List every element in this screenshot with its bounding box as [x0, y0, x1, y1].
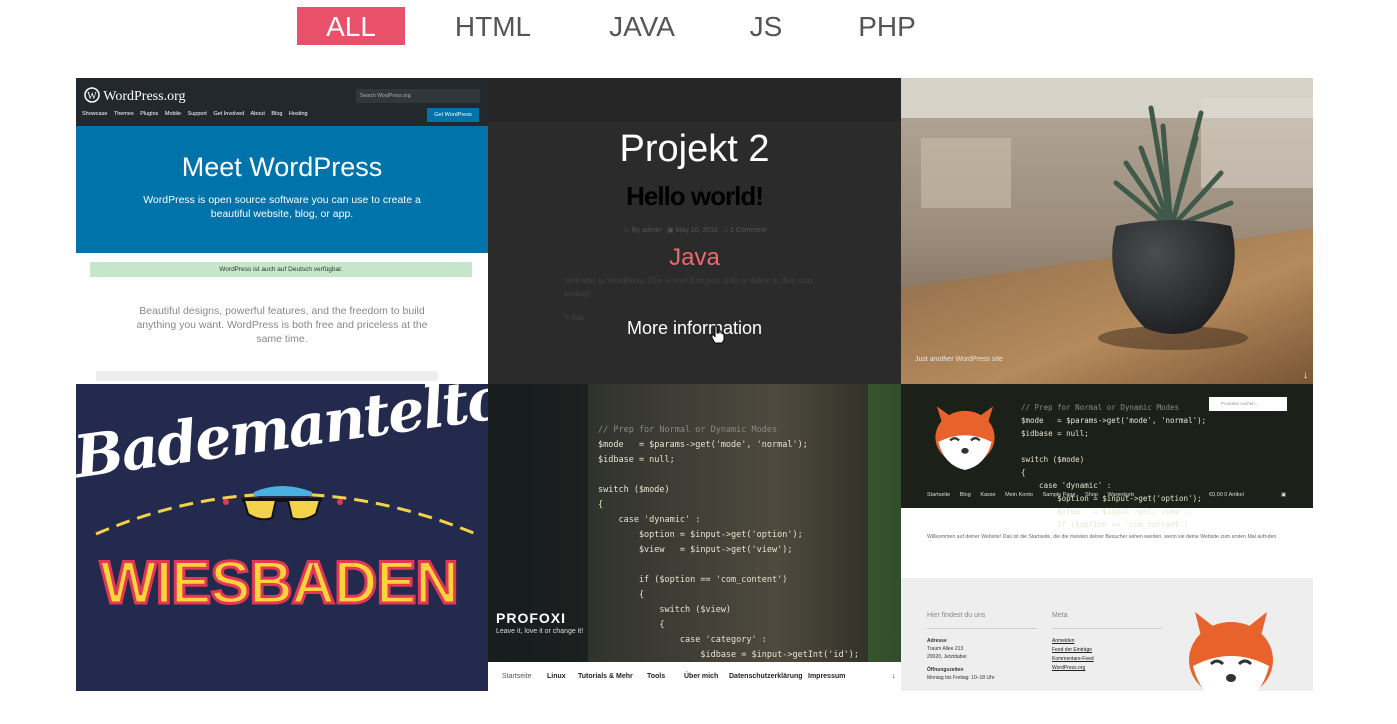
filter-java[interactable]: JAVA	[600, 7, 684, 45]
filter-js[interactable]: JS	[740, 7, 792, 45]
comment-icon: □	[723, 227, 729, 234]
site-title: PROFOXI	[496, 610, 567, 626]
meta-link: Anmelden	[1052, 638, 1075, 644]
address-city: 20020, Jetztdabei	[927, 654, 967, 660]
address-label: Adresse	[927, 638, 947, 644]
nav-item: Warenkorb	[1107, 492, 1135, 498]
fox-mascot-icon	[1189, 612, 1273, 691]
profoxi-nav: Startseite Linux Tutorials & Mehr Tools …	[488, 662, 901, 691]
wp-body-text: Beautiful designs, powerful features, an…	[136, 305, 428, 345]
wp-nav-item: Mobile	[164, 111, 182, 117]
wp-logo: W WordPress.org	[84, 87, 185, 105]
svg-text:W: W	[87, 91, 97, 102]
cart-icon: ▣	[1281, 492, 1287, 498]
post-date: May 10, 2018	[675, 227, 718, 234]
wp-nav-item: Blog	[271, 111, 283, 117]
post-excerpt: Welcome to WordPress. This is your first…	[564, 275, 813, 298]
footer-heading-find: Hier findest du uns	[927, 612, 986, 619]
nav-item-tutorials: Tutorials & Mehr	[578, 673, 633, 680]
project-title: Projekt 2	[619, 128, 770, 170]
wp-nav-item: About	[250, 111, 265, 117]
wp-hero: Meet WordPress WordPress is open source …	[76, 126, 488, 253]
wp-nav-item: Themes	[113, 111, 134, 117]
wp-hero-text: WordPress is open source software you ca…	[143, 194, 421, 220]
nav-item-ueber-mich: Über mich	[684, 673, 719, 680]
post-title: Hello world!	[626, 181, 764, 211]
wp-hero-title: Meet WordPress	[181, 152, 383, 182]
post-meta: ☺ By admin ▣ May 10, 2018 □ 1 Comment	[488, 226, 901, 234]
cart-summary: €0,00 0 Artikel	[1209, 492, 1244, 498]
scroll-down-icon: ↓	[892, 673, 896, 680]
portfolio-item-wordpress[interactable]: W WordPress.org Search WordPress.org Sho…	[76, 78, 488, 384]
more-information-link[interactable]: More information	[488, 318, 901, 339]
site-tagline: Just another WordPress site	[915, 356, 1003, 363]
project-category: Java	[669, 244, 720, 271]
footer-heading-meta: Meta	[1052, 612, 1068, 619]
meta-link: WordPress.org	[1052, 665, 1086, 671]
meta-link: Kommentare-Feed	[1052, 656, 1094, 662]
shop-nav: Startseite Blog Kasse Mein Konto Sample …	[927, 492, 1142, 498]
city-name: WIESBADEN	[99, 548, 461, 618]
product-search-input: Produkte suchen...	[1209, 397, 1287, 411]
hours-value: Montag bis Freitag: 10–18 Uhr	[927, 675, 995, 681]
fox-logo-icon	[935, 406, 995, 471]
wp-language-notice: WordPress ist auch auf Deutsch verfügbar…	[90, 262, 472, 277]
hand-cursor-icon	[711, 325, 725, 344]
plant-photo	[901, 78, 1313, 384]
portfolio-item-profoxi[interactable]: // Prep for Normal or Dynamic Modes $mod…	[488, 384, 901, 691]
divider	[1052, 628, 1162, 629]
filter-php[interactable]: PHP	[850, 7, 924, 45]
wordpress-icon: W	[84, 87, 100, 103]
author-icon: ☺	[622, 227, 630, 234]
post-comments: 1 Comment	[729, 227, 767, 234]
wp-search-input: Search WordPress.org	[356, 89, 480, 103]
wp-nav-item: Hosting	[288, 111, 308, 117]
scroll-down-icon: ↓	[1303, 370, 1308, 381]
portfolio-grid: W WordPress.org Search WordPress.org Sho…	[76, 78, 1313, 691]
hours-label: Öffnungszeiten	[927, 667, 964, 673]
nav-item: Startseite	[927, 492, 951, 498]
code-snippet: // Prep for Normal or Dynamic Modes $mod…	[1021, 403, 1207, 529]
nav-item: Blog	[959, 492, 971, 498]
address-block: Adresse Traum Allee 213 20020, Jetztdabe…	[927, 637, 995, 682]
site-tagline: Leave it, love it or change it!	[496, 628, 584, 635]
code-snippet: // Prep for Normal or Dynamic Modes $mod…	[598, 425, 859, 690]
portfolio-item-projekt-2[interactable]: Projekt 2 Hello world! ☺ By admin ▣ May …	[488, 78, 901, 384]
portfolio-item-plant-site[interactable]: Just another WordPress site ↓	[901, 78, 1313, 384]
wp-logo-text: WordPress.org	[103, 89, 186, 104]
nav-item: Kasse	[980, 492, 996, 498]
browser-mockup	[96, 371, 438, 381]
meta-link: Feed der Einträge	[1052, 647, 1093, 653]
wp-nav: Showcase Themes Plugins Mobile Support G…	[82, 111, 313, 117]
wp-nav-item: Plugins	[140, 111, 159, 117]
nav-item: Shop	[1085, 492, 1098, 498]
divider	[927, 628, 1037, 629]
meta-links: Anmelden Feed der Einträge Kommentare-Fe…	[1052, 637, 1094, 673]
nav-item-impressum: Impressum	[808, 673, 846, 680]
shop-footer: Hier findest du uns Adresse Traum Allee …	[901, 578, 1313, 691]
site-header-bg	[488, 78, 901, 122]
wp-nav-item: Support	[187, 111, 207, 117]
post-author: By admin	[631, 227, 662, 234]
wp-nav-item: Showcase	[82, 111, 108, 117]
nav-item-linux: Linux	[547, 673, 566, 680]
welcome-text: Willkommen auf deiner Website! Das ist d…	[927, 534, 1278, 540]
filter-all[interactable]: ALL	[297, 7, 405, 45]
nav-item: Sample Page	[1042, 492, 1076, 498]
portfolio-item-bademanteltower[interactable]: Bademanteltow WIESBADEN	[76, 384, 488, 691]
nav-item: Mein Konto	[1005, 492, 1033, 498]
calendar-icon: ▣	[666, 227, 674, 234]
wp-nav-item: Get Involved	[213, 111, 245, 117]
nav-item-datenschutz: Datenschutzerklärung	[729, 673, 803, 680]
nav-item-tools: Tools	[647, 673, 666, 680]
address-street: Traum Allee 213	[927, 646, 964, 652]
portfolio-item-fox-shop[interactable]: // Prep for Normal or Dynamic Modes $mod…	[901, 384, 1313, 691]
portfolio-filter-bar: ALL HTML JAVA JS PHP	[0, 7, 1397, 45]
wp-get-button: Get WordPress	[427, 108, 479, 122]
nav-item-startseite: Startseite	[502, 673, 532, 680]
filter-html[interactable]: HTML	[446, 7, 540, 45]
